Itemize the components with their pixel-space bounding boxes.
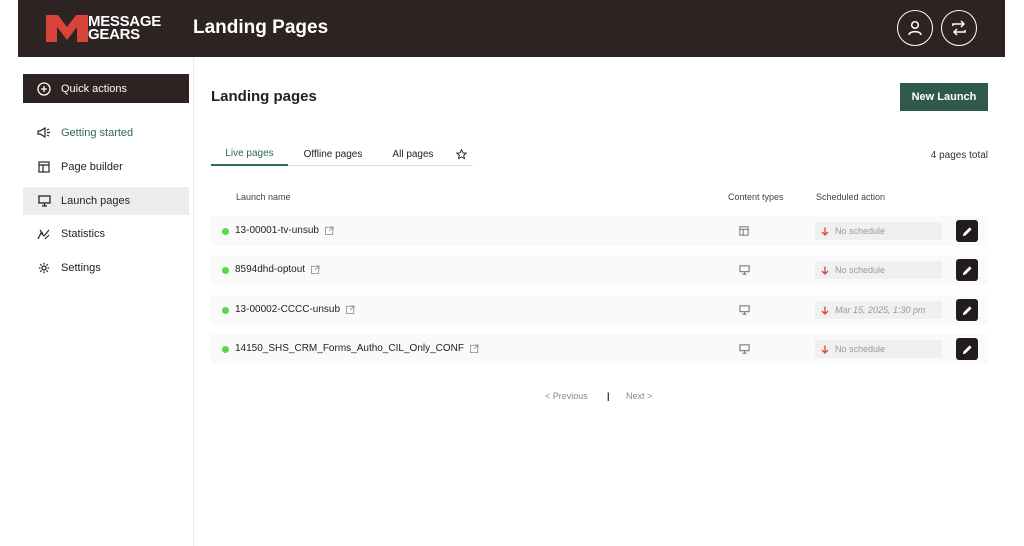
quick-actions-button[interactable]: Quick actions [23, 74, 189, 103]
schedule-text: No schedule [835, 344, 886, 354]
launch-name-text: 8594dhd-optout [235, 264, 306, 275]
sidebar-item-launch-pages[interactable]: Launch pages [23, 187, 189, 215]
next-page-button[interactable]: Next > [626, 391, 652, 401]
column-header-content-types: Content types [728, 192, 784, 202]
external-link-icon[interactable] [346, 305, 355, 314]
profile-button[interactable] [897, 10, 933, 46]
launch-name[interactable]: 8594dhd-optout [235, 264, 320, 275]
launch-name-text: 13-00002-CCCC-unsub [235, 304, 341, 315]
logo[interactable]: MESSAGE GEARS [46, 14, 162, 43]
launch-name[interactable]: 13-00001-tv-unsub [235, 225, 334, 236]
quick-actions-label: Quick actions [61, 82, 128, 95]
sidebar-item-label: Statistics [61, 228, 106, 240]
sidebar-item-label: Launch pages [61, 195, 131, 207]
launch-name-text: 13-00001-tv-unsub [235, 225, 319, 236]
table-row[interactable]: 8594dhd-optout No schedule [211, 255, 988, 285]
layout-icon [37, 160, 51, 174]
edit-button[interactable] [956, 259, 978, 281]
column-header-scheduled: Scheduled action [816, 192, 886, 202]
swap-arrows-icon [952, 20, 966, 36]
page-title: Landing pages [211, 88, 317, 105]
sidebar-item-label: Page builder [61, 161, 123, 173]
sidebar-item-label: Settings [61, 262, 101, 274]
page-tabs: Live pages Offline pages All pages [211, 142, 473, 166]
sidebar: Quick actions Getting started Page build… [18, 57, 194, 546]
monitor-icon [738, 264, 750, 276]
user-icon [908, 20, 922, 36]
edit-button[interactable] [956, 299, 978, 321]
launch-name[interactable]: 13-00002-CCCC-unsub [235, 304, 355, 315]
scheduled-action: No schedule [815, 261, 942, 279]
monitor-icon [738, 304, 750, 316]
logo-text: MESSAGE GEARS [88, 14, 161, 42]
table-row[interactable]: 14150_SHS_CRM_Forms_Autho_CIL_Only_CONF … [211, 334, 988, 364]
switch-button[interactable] [941, 10, 977, 46]
edit-button[interactable] [956, 338, 978, 360]
table-row[interactable]: 13-00002-CCCC-unsub Mar 15, 2025, 1:30 p… [211, 295, 988, 325]
tab-favorites[interactable] [453, 142, 469, 166]
status-live-dot [222, 267, 229, 274]
scheduled-action: Mar 15, 2025, 1:30 pm [815, 301, 942, 319]
schedule-text: No schedule [835, 226, 886, 236]
arrow-down-icon [821, 306, 829, 315]
pencil-icon [962, 265, 972, 275]
gear-icon [37, 261, 51, 275]
new-launch-button[interactable]: New Launch [900, 83, 988, 111]
edit-button[interactable] [956, 220, 978, 242]
launch-name[interactable]: 14150_SHS_CRM_Forms_Autho_CIL_Only_CONF [235, 343, 479, 354]
sidebar-item-page-builder[interactable]: Page builder [23, 153, 189, 181]
status-live-dot [222, 346, 229, 353]
top-bar: MESSAGE GEARS Landing Pages [18, 0, 1005, 57]
status-live-dot [222, 307, 229, 314]
monitor-icon [37, 194, 51, 208]
launch-name-text: 14150_SHS_CRM_Forms_Autho_CIL_Only_CONF [235, 343, 464, 354]
sidebar-item-statistics[interactable]: Statistics [23, 220, 189, 248]
tab-live-pages[interactable]: Live pages [211, 142, 288, 166]
tab-offline-pages[interactable]: Offline pages [295, 142, 371, 166]
external-link-icon[interactable] [324, 226, 334, 235]
pencil-icon [962, 305, 972, 315]
status-live-dot [222, 228, 229, 235]
sidebar-item-getting-started[interactable]: Getting started [23, 119, 189, 147]
schedule-text: Mar 15, 2025, 1:30 pm [835, 305, 926, 315]
schedule-text: No schedule [835, 265, 886, 275]
external-link-icon[interactable] [470, 344, 479, 353]
scheduled-action: No schedule [815, 340, 942, 358]
tab-all-pages[interactable]: All pages [378, 142, 448, 166]
arrow-down-icon [821, 227, 829, 236]
arrow-down-icon [821, 266, 829, 275]
table-row[interactable]: 13-00001-tv-unsub No schedule [211, 216, 988, 246]
previous-page-button[interactable]: < Previous [545, 391, 588, 401]
logo-mark-icon [46, 15, 88, 42]
plus-circle-icon [37, 81, 51, 96]
arrow-down-icon [821, 345, 829, 354]
external-link-icon[interactable] [311, 265, 320, 274]
megaphone-icon [37, 126, 51, 140]
sidebar-item-label: Getting started [61, 127, 134, 139]
star-icon [455, 148, 467, 160]
pencil-icon [962, 226, 972, 236]
app-title: Landing Pages [193, 17, 329, 38]
column-header-name: Launch name [236, 192, 291, 202]
scheduled-action: No schedule [815, 222, 942, 240]
layout-icon [738, 225, 750, 237]
monitor-icon [738, 343, 750, 355]
pencil-icon [962, 344, 972, 354]
pager-separator: | [607, 391, 610, 401]
pages-total: 4 pages total [930, 150, 988, 161]
sidebar-item-settings[interactable]: Settings [23, 254, 189, 282]
chart-icon [37, 227, 51, 241]
